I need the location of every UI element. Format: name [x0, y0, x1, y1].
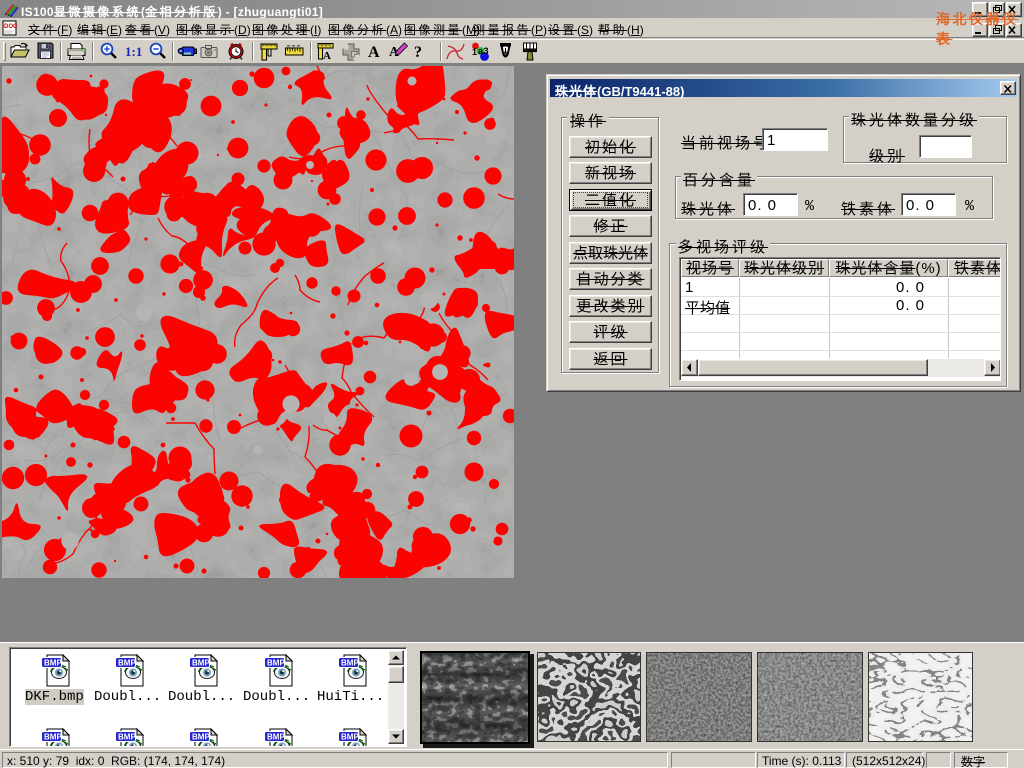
svg-text:?: ?: [414, 44, 422, 61]
svg-text:BMP: BMP: [267, 733, 285, 742]
svg-text:BMP: BMP: [341, 659, 359, 668]
svg-text:BMP: BMP: [118, 733, 136, 742]
svg-text:BMP: BMP: [267, 659, 285, 668]
svg-text:A: A: [323, 50, 331, 62]
svg-text:BMP: BMP: [118, 659, 136, 668]
svg-text:BMP: BMP: [44, 733, 62, 742]
svg-text:BMP: BMP: [192, 659, 210, 668]
svg-text:BMP: BMP: [341, 733, 359, 742]
svg-text:BMP: BMP: [192, 733, 210, 742]
svg-text:3: 3: [484, 46, 489, 56]
svg-text:BMP: BMP: [44, 659, 62, 668]
svg-text:1: 1: [472, 47, 477, 57]
svg-text:1:1: 1:1: [125, 44, 142, 59]
svg-text:A: A: [368, 44, 380, 61]
